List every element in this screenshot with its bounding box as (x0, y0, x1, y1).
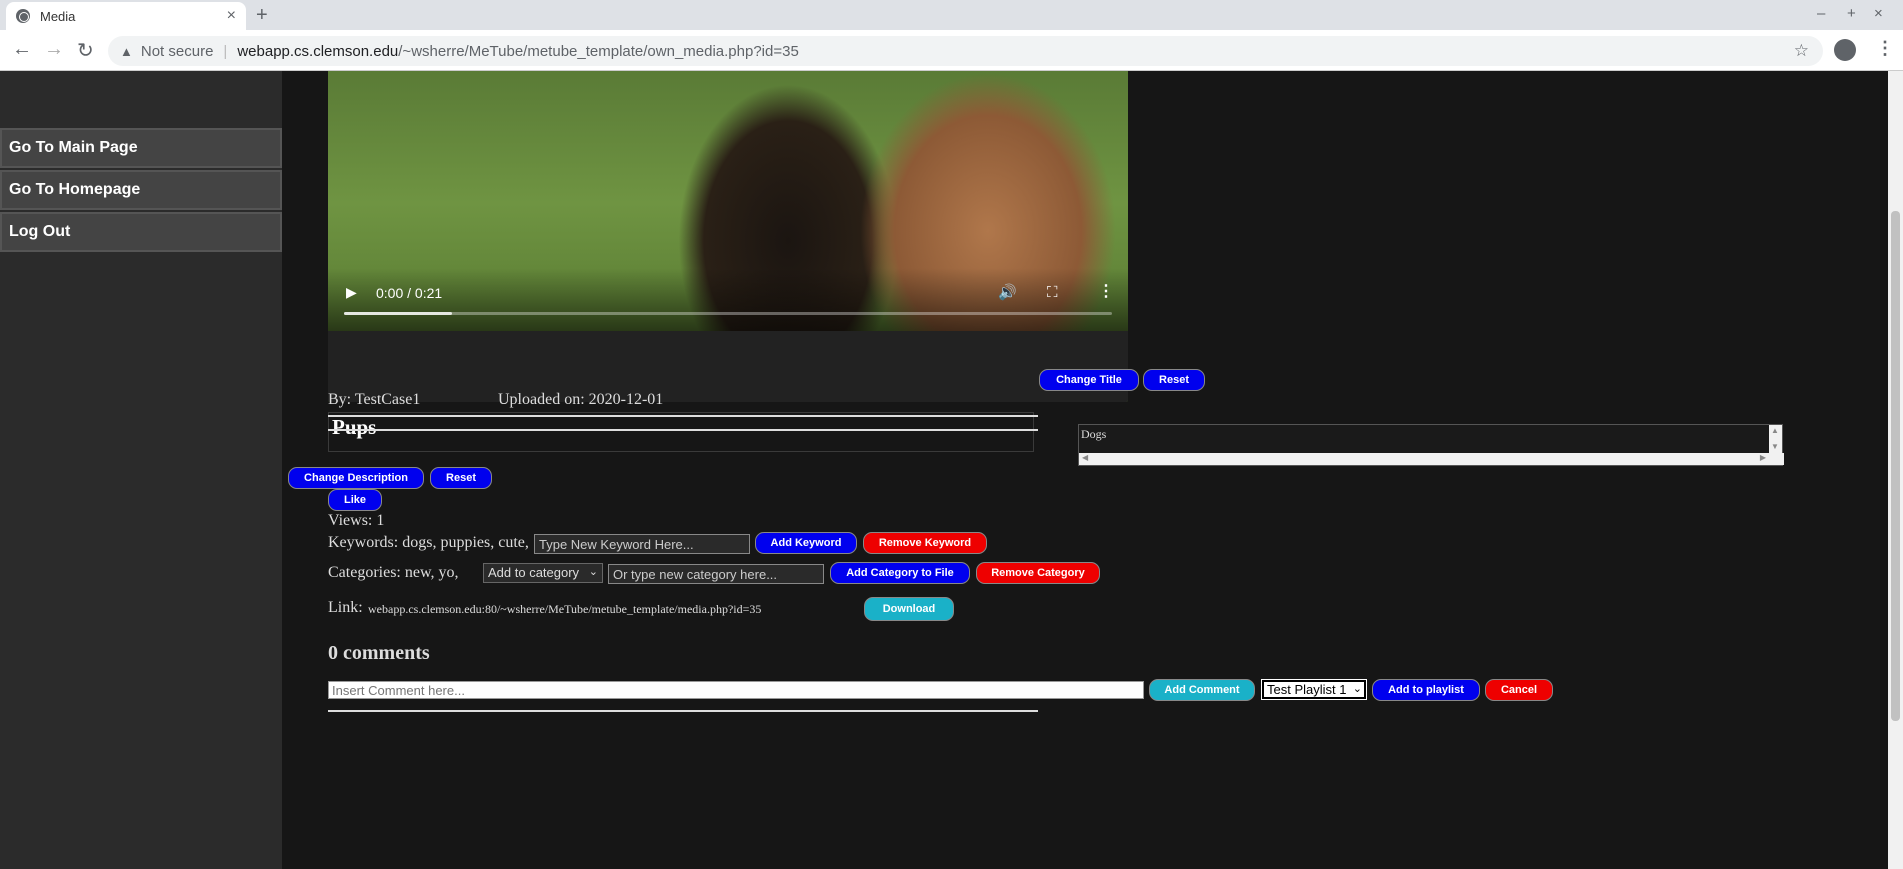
new-tab-icon[interactable]: + (256, 4, 268, 27)
scroll-down-icon[interactable]: ▼ (1771, 442, 1779, 451)
cancel-button[interactable]: Cancel (1485, 679, 1553, 701)
sidebar: Go To Main Page Go To Homepage Log Out (0, 71, 282, 869)
scroll-left-icon[interactable]: ◀ (1082, 453, 1088, 462)
textarea-horizontal-scrollbar[interactable]: ◀ ▶ (1079, 453, 1784, 465)
url-path: /~wsherre/MeTube/metube_template/own_med… (398, 42, 799, 60)
fullscreen-icon[interactable]: ⛶ (1047, 283, 1058, 301)
forward-icon[interactable]: → (44, 38, 64, 61)
media-upload-date: Uploaded on: 2020-12-01 (498, 391, 664, 408)
video-progress-track[interactable] (344, 312, 1112, 315)
address-separator: | (223, 42, 228, 60)
playlist-select-value: Test Playlist 1 (1267, 682, 1347, 697)
categories-list: Categories: new, yo, (328, 564, 459, 581)
log-out-button[interactable]: Log Out (0, 212, 282, 252)
play-icon[interactable]: ▶ (346, 284, 357, 301)
remove-keyword-button[interactable]: Remove Keyword (863, 532, 987, 554)
video-bottom-bar (328, 331, 1128, 402)
video-time: 0:00 / 0:21 (376, 285, 443, 301)
views-count: Views: 1 (328, 512, 385, 529)
browser-tab-strip: Media × + – + × (0, 0, 1903, 30)
download-button[interactable]: Download (864, 597, 954, 621)
security-label: Not secure (140, 42, 214, 60)
keywords-list: Keywords: dogs, puppies, cute, (328, 534, 529, 551)
video-player[interactable]: ▶ 0:00 / 0:21 🔊 ⛶ ⋮ (328, 71, 1128, 402)
divider (328, 415, 1038, 417)
scroll-up-icon[interactable]: ▲ (1771, 426, 1779, 435)
description-textarea[interactable]: Dogs ▲ ▼ ◀ ▶ (1078, 424, 1784, 466)
link-label: Link: (328, 599, 363, 616)
category-input[interactable]: Or type new category here... (608, 564, 824, 584)
media-author: By: TestCase1 (328, 391, 421, 408)
divider (328, 710, 1038, 712)
textarea-vertical-scrollbar[interactable]: ▲ ▼ (1769, 425, 1782, 455)
comments-heading: 0 comments (328, 642, 430, 664)
change-title-button[interactable]: Change Title (1039, 369, 1139, 391)
url-host: webapp.cs.clemson.edu (237, 42, 399, 60)
close-tab-icon[interactable]: × (227, 7, 236, 25)
media-title[interactable]: Pups (328, 412, 1034, 452)
browser-toolbar: ← → ↻ ▲ Not secure | webapp.cs.clemson.e… (0, 30, 1903, 71)
like-button[interactable]: Like (328, 489, 382, 511)
remove-category-button[interactable]: Remove Category (976, 562, 1100, 584)
maximize-icon[interactable]: + (1847, 5, 1856, 22)
warning-icon: ▲ (120, 43, 133, 59)
minimize-icon[interactable]: – (1817, 5, 1825, 22)
volume-icon[interactable]: 🔊 (998, 283, 1017, 301)
playlist-select[interactable]: Test Playlist 1 ⌄ (1261, 679, 1367, 700)
keyword-input[interactable]: Type New Keyword Here... (534, 534, 750, 554)
page-viewport: Go To Main Page Go To Homepage Log Out ▶… (0, 71, 1888, 869)
browser-tab[interactable]: Media × (6, 2, 246, 30)
profile-avatar-icon[interactable] (1834, 39, 1856, 61)
add-keyword-button[interactable]: Add Keyword (755, 532, 857, 554)
media-link-url[interactable]: webapp.cs.clemson.edu:80/~wsherre/MeTube… (368, 602, 761, 617)
globe-icon (16, 9, 30, 23)
browser-menu-icon[interactable]: ⋮ (1876, 38, 1894, 59)
reset-description-button[interactable]: Reset (430, 467, 492, 489)
address-bar[interactable]: ▲ Not secure | webapp.cs.clemson.edu /~w… (108, 36, 1823, 66)
page-scrollbar-thumb[interactable] (1891, 211, 1900, 721)
video-progress-fill (344, 312, 452, 315)
comment-input[interactable]: Insert Comment here... (328, 681, 1144, 699)
video-more-icon[interactable]: ⋮ (1098, 281, 1114, 301)
bookmark-star-icon[interactable]: ☆ (1794, 41, 1809, 61)
add-to-playlist-button[interactable]: Add to playlist (1372, 679, 1480, 701)
add-category-button[interactable]: Add Category to File (830, 562, 970, 584)
go-to-main-page-button[interactable]: Go To Main Page (0, 128, 282, 168)
tab-title: Media (40, 8, 76, 24)
back-icon[interactable]: ← (12, 38, 32, 61)
page-scrollbar[interactable] (1888, 71, 1903, 869)
scroll-right-icon[interactable]: ▶ (1760, 453, 1766, 462)
description-text: Dogs (1081, 427, 1107, 441)
reload-icon[interactable]: ↻ (77, 38, 94, 63)
reset-title-button[interactable]: Reset (1143, 369, 1205, 391)
close-window-icon[interactable]: × (1874, 5, 1883, 22)
chevron-down-icon: ⌄ (588, 566, 598, 578)
go-to-homepage-button[interactable]: Go To Homepage (0, 170, 282, 210)
chevron-down-icon: ⌄ (1352, 683, 1362, 695)
change-description-button[interactable]: Change Description (288, 467, 424, 489)
divider (328, 429, 1038, 431)
category-select[interactable]: Add to category ⌄ (483, 563, 603, 583)
add-comment-button[interactable]: Add Comment (1149, 679, 1255, 701)
category-select-value: Add to category (488, 565, 580, 580)
